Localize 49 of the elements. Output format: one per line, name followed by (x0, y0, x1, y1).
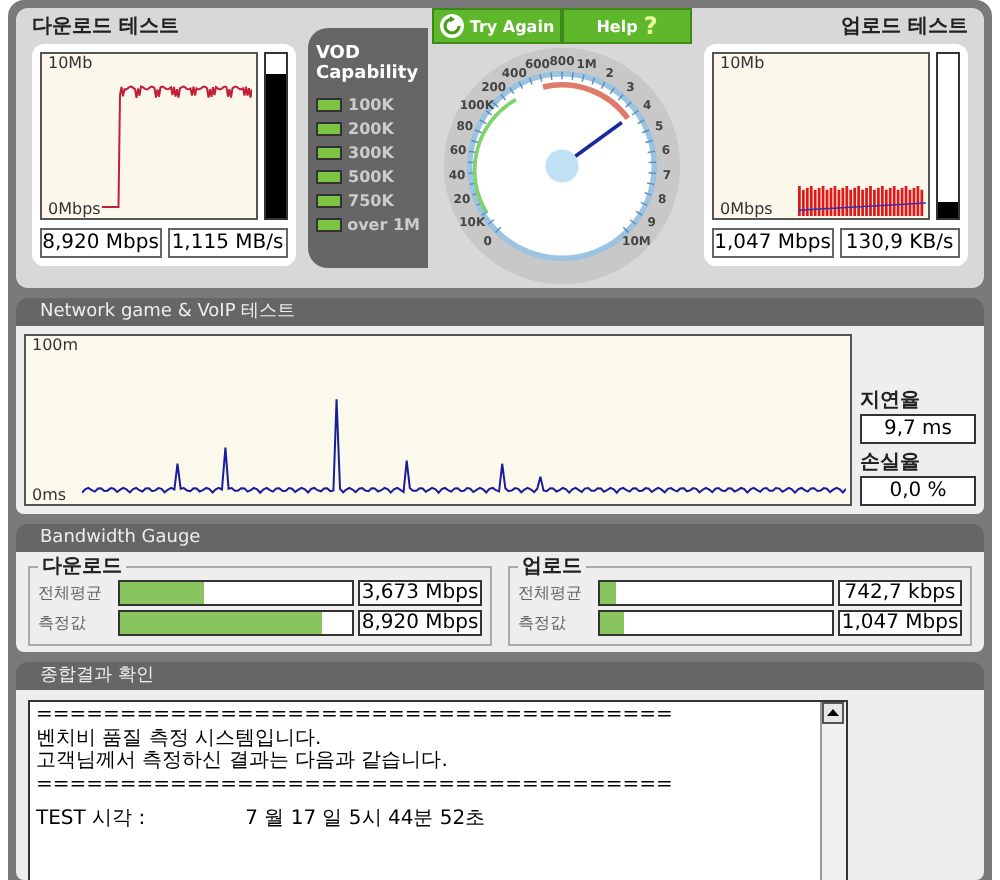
bandwidth-value: 8,920 Mbps (358, 610, 482, 636)
try-again-button[interactable]: Try Again (432, 8, 562, 44)
result-line: 벤치비 품질 측정 시스템입니다. (36, 727, 324, 750)
stat-label: 지연율 (860, 388, 922, 414)
time-label: TEST 시각 : (36, 808, 146, 831)
stat-value: 0,0 % (860, 476, 976, 506)
result-line: ====================================== (36, 704, 675, 727)
speed-readout: 130,9 KB/s (839, 228, 960, 258)
bandwidth-value: 3,673 Mbps (358, 580, 482, 606)
help-button[interactable]: Help ? (562, 8, 692, 44)
speed-readout: 8,920 Mbps (40, 228, 161, 258)
axis-label: 100m (32, 336, 79, 354)
panel-title: 다운로드 테스트 (32, 14, 181, 42)
section-header: Bandwidth Gauge (16, 524, 984, 552)
axis-label: 0ms (32, 486, 67, 504)
bandwidth-label: 측정값 (518, 612, 568, 634)
speed-readout: 1,047 Mbps (712, 228, 833, 258)
vod-level-label: 300K (348, 143, 394, 161)
vod-level-label: 500K (348, 167, 394, 185)
axis-label: 0Mbps (720, 200, 773, 218)
bandwidth-label: 측정값 (38, 612, 88, 634)
axis-label: 0Mbps (48, 200, 101, 218)
upload-sparkline (797, 186, 926, 216)
vod-level-label: 100K (348, 95, 394, 113)
vod-level-label: 750K (348, 191, 394, 209)
section-header: 종합결과 확인 (16, 662, 984, 690)
bandwidth-label: 전체평균 (518, 582, 584, 604)
scroll-up-icon[interactable] (822, 702, 844, 724)
result-line: 고객님께서 측정하신 결과는 다음과 같습니다. (36, 750, 450, 773)
vod-title: VOD Capability (316, 44, 420, 84)
time-value: 7 월 17 일 5시 44분 52초 (245, 808, 486, 831)
section-header: Network game & VoIP 테스트 (16, 298, 984, 326)
result-text-area[interactable]: ====================================== 벤치비 품질 측정 시스템입니다. 고객님께서 측정하신 결과는 다음과 같습니다. ====================================== TEST 시각 : 7 월 17 일 5시 44분 52초 (28, 700, 848, 880)
bandwidth-value: 742,7 kbps (838, 580, 962, 606)
axis-label: 10Mb (720, 54, 765, 72)
vod-level-label: over 1M (347, 215, 420, 233)
result-line: ====================================== (36, 773, 675, 796)
scrollbar[interactable] (820, 702, 846, 880)
speed-readout: 1,115 MB/s (167, 228, 288, 258)
refresh-icon (439, 14, 464, 38)
axis-label: 10Mb (48, 54, 93, 72)
vod-level-label: 200K (348, 119, 394, 137)
stat-label: 손실율 (860, 450, 922, 476)
bandwidth-value: 1,047 Mbps (838, 610, 962, 636)
panel-title: 업로드 테스트 (839, 14, 968, 42)
group-title: 업로드 (520, 554, 584, 580)
stat-value: 9,7 ms (860, 414, 976, 444)
bandwidth-label: 전체평균 (38, 582, 104, 604)
group-title: 다운로드 (40, 554, 124, 580)
